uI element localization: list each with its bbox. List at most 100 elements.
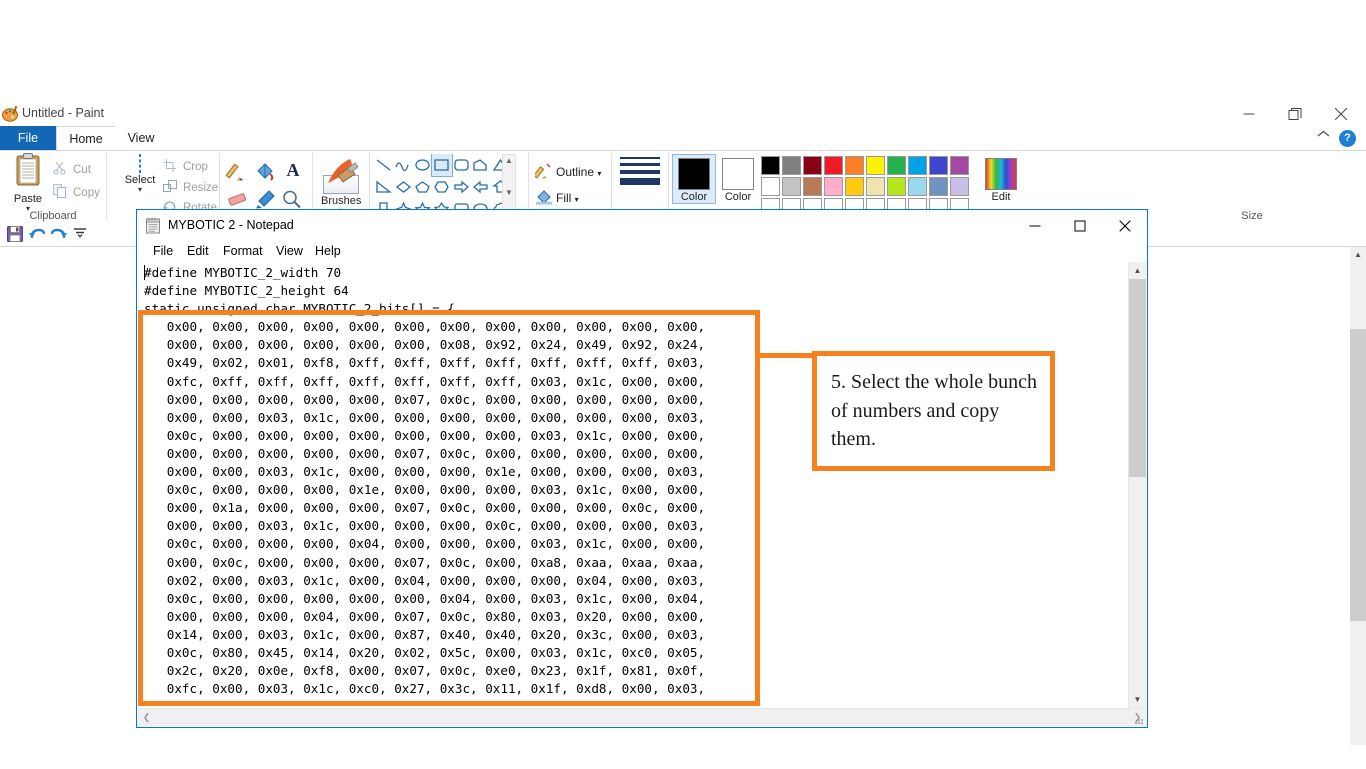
copy-button[interactable]: Copy <box>53 184 100 199</box>
palette-swatch[interactable] <box>803 177 822 196</box>
notepad-text-area[interactable]: #define MYBOTIC_2_width 70 #define MYBOT… <box>138 262 1146 708</box>
palette-swatch[interactable] <box>908 156 927 175</box>
shape-right-arrow[interactable] <box>452 176 471 198</box>
brushes-button[interactable]: Brushes ▾ <box>321 155 361 215</box>
color-2-label: Color <box>724 191 752 203</box>
palette-swatch[interactable] <box>950 177 969 196</box>
notepad-maximize-button[interactable] <box>1057 210 1102 241</box>
size-line-1 <box>620 157 660 159</box>
size-button[interactable] <box>618 157 662 189</box>
palette-swatch[interactable] <box>803 156 822 175</box>
menu-edit[interactable]: Edit <box>181 241 215 262</box>
outline-button[interactable]: Outline ▾ <box>533 163 601 179</box>
chevron-up-icon[interactable]: ▲ <box>1350 247 1366 263</box>
shape-diamond[interactable] <box>393 176 412 198</box>
palette-swatch[interactable] <box>929 177 948 196</box>
notepad-horizontal-scrollbar[interactable]: ❮ ❯ <box>138 708 1146 726</box>
menu-format[interactable]: Format <box>217 241 269 262</box>
clipboard-group-label: Clipboard <box>29 210 77 222</box>
shape-line[interactable] <box>374 154 393 176</box>
shape-oval[interactable] <box>413 154 432 176</box>
palette-swatch[interactable] <box>782 177 801 196</box>
color-wheel-icon <box>985 158 1017 190</box>
menu-file[interactable]: File <box>147 241 179 262</box>
selection-marquee-icon <box>139 154 141 173</box>
fill-button[interactable]: Fill ▾ <box>535 189 579 205</box>
text-icon[interactable]: A <box>280 159 306 183</box>
help-icon[interactable]: ? <box>1339 130 1356 147</box>
shape-polygon[interactable] <box>471 154 490 176</box>
crop-label: Crop <box>183 161 208 173</box>
palette-swatch[interactable] <box>824 177 843 196</box>
chevron-up-icon[interactable] <box>1317 130 1330 142</box>
paint-palette-icon <box>2 105 20 123</box>
crop-button[interactable]: Crop <box>163 159 208 173</box>
resize-grip-icon[interactable] <box>1133 713 1145 725</box>
palette-swatch[interactable] <box>824 156 843 175</box>
paint-title-text: Untitled - Paint <box>22 106 104 120</box>
palette-swatch[interactable] <box>782 156 801 175</box>
chevron-up-icon[interactable]: ▲ <box>1129 262 1146 279</box>
menu-help[interactable]: Help <box>309 241 347 262</box>
shape-pentagon[interactable] <box>413 176 432 198</box>
pencil-icon[interactable] <box>225 161 252 185</box>
shape-right-triangle[interactable] <box>374 176 393 198</box>
notepad-title-bar: MYBOTIC 2 - Notepad <box>137 210 1147 241</box>
fill-bucket-icon[interactable] <box>253 161 279 185</box>
shape-rounded-rectangle[interactable] <box>452 154 471 176</box>
chevron-down-icon[interactable]: ▾ <box>117 186 163 194</box>
edit-colors-label: Edit <box>991 191 1011 203</box>
notepad-close-button[interactable] <box>1102 210 1147 241</box>
tab-home[interactable]: Home <box>56 126 116 151</box>
undo-icon[interactable] <box>28 225 46 243</box>
palette-swatch[interactable] <box>950 156 969 175</box>
edit-colors-button[interactable]: Edit <box>980 155 1022 203</box>
paint-vertical-scrollbar-thumb[interactable] <box>1350 329 1366 621</box>
color-2-swatch <box>722 158 754 190</box>
palette-swatch[interactable] <box>887 177 906 196</box>
chevron-up-icon[interactable]: ▲ <box>503 155 515 167</box>
outline-label: Outline <box>556 165 595 179</box>
resize-button[interactable]: Resize <box>163 180 218 194</box>
shape-rectangle[interactable] <box>431 154 453 177</box>
palette-swatch[interactable] <box>908 177 927 196</box>
color-1-button[interactable]: Color <box>672 154 716 204</box>
ribbon-group-clipboard: Paste ▾ Cut Copy Clipboard <box>0 151 106 223</box>
paint-minimize-button[interactable] <box>1226 100 1272 128</box>
palette-swatch[interactable] <box>866 156 885 175</box>
notepad-icon <box>145 217 162 234</box>
shape-left-arrow[interactable] <box>471 176 490 198</box>
palette-swatch[interactable] <box>761 156 780 175</box>
notepad-menu-bar: File Edit Format View Help <box>137 241 1147 262</box>
paint-close-button[interactable] <box>1318 100 1364 128</box>
crop-icon <box>163 159 179 173</box>
palette-swatch[interactable] <box>845 156 864 175</box>
redo-icon[interactable] <box>50 225 68 243</box>
notepad-vertical-scrollbar[interactable]: ▲ ▼ <box>1128 262 1146 708</box>
copy-icon <box>53 184 69 198</box>
paint-maximize-button[interactable] <box>1272 100 1318 128</box>
chevron-down-icon[interactable]: ▼ <box>503 187 515 199</box>
tab-view[interactable]: View <box>115 126 167 150</box>
palette-swatch[interactable] <box>866 177 885 196</box>
shape-hexagon[interactable] <box>432 176 451 198</box>
paint-vertical-scrollbar[interactable]: ▲ <box>1350 247 1366 745</box>
palette-swatch[interactable] <box>845 177 864 196</box>
palette-swatch[interactable] <box>929 156 948 175</box>
chevron-left-icon[interactable]: ❮ <box>138 709 155 726</box>
notepad-vertical-scrollbar-thumb[interactable] <box>1129 279 1146 477</box>
customize-qat-icon[interactable] <box>73 225 91 243</box>
chevron-down-icon[interactable]: ▼ <box>1129 691 1146 708</box>
menu-view[interactable]: View <box>270 241 309 262</box>
palette-swatch[interactable] <box>761 177 780 196</box>
shape-curve[interactable] <box>393 154 412 176</box>
notepad-minimize-button[interactable] <box>1012 210 1057 241</box>
cut-button[interactable]: Cut <box>53 161 91 176</box>
paste-button[interactable]: Paste ▾ <box>8 153 48 215</box>
fill-label: Fill <box>556 191 572 205</box>
save-icon[interactable] <box>6 225 24 243</box>
color-2-button[interactable]: Color <box>717 155 759 203</box>
palette-swatch[interactable] <box>887 156 906 175</box>
tab-file[interactable]: File <box>0 126 56 150</box>
select-button[interactable]: Select ▾ <box>117 154 163 194</box>
